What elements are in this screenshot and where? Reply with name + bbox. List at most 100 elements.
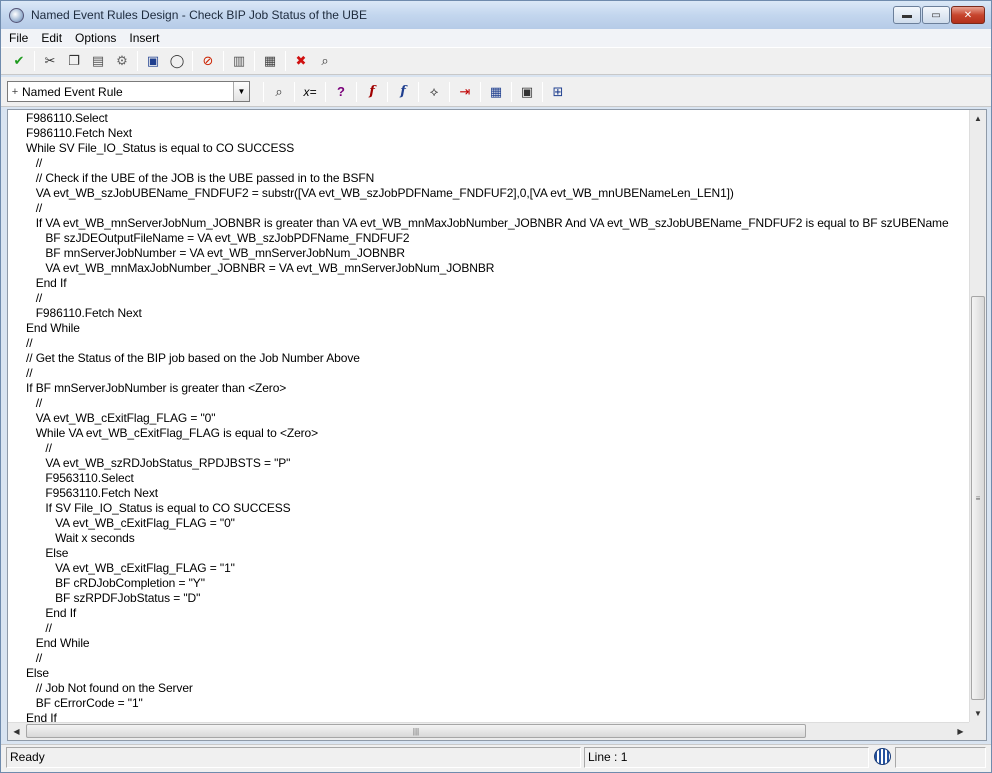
title-bar[interactable]: Named Event Rules Design - Check BIP Job… [1, 1, 991, 29]
vertical-scroll-thumb[interactable]: ≡ [971, 296, 985, 700]
code-line[interactable]: Wait x seconds [26, 531, 971, 546]
code-line[interactable]: Else [26, 666, 971, 681]
status-extra-panel [895, 747, 986, 768]
code-line[interactable]: // Job Not found on the Server [26, 681, 971, 696]
report-interconnect-icon[interactable]: ⊞ [548, 82, 568, 102]
toolbar-separator [325, 81, 326, 102]
cancel-x-icon[interactable]: ✖ [291, 51, 311, 71]
code-line[interactable]: While SV File_IO_Status is equal to CO S… [26, 141, 971, 156]
maximize-button[interactable]: ▭ [922, 6, 950, 24]
toolbar-separator [356, 81, 357, 102]
cut-icon[interactable]: ✂ [40, 51, 60, 71]
code-line[interactable]: // [26, 336, 971, 351]
main-toolbar: ✔ ✂ ❐ ▤ ⚙ ▣ ◯ ⊘ ▥ ▦ ✖ ⌕ [1, 47, 991, 75]
menu-file[interactable]: File [9, 31, 28, 45]
code-line[interactable]: End While [26, 636, 971, 651]
copy-icon[interactable]: ❐ [64, 51, 84, 71]
minimize-button[interactable]: ▬ [893, 6, 921, 24]
code-line[interactable]: VA evt_WB_mnMaxJobNumber_JOBNBR = VA evt… [26, 261, 971, 276]
horizontal-scroll-thumb[interactable]: ||| [26, 724, 806, 738]
print-icon[interactable]: ▦ [260, 51, 280, 71]
toolbar-separator [223, 51, 224, 71]
code-line[interactable]: End If [26, 276, 971, 291]
code-line[interactable]: // [26, 156, 971, 171]
code-line[interactable]: // [26, 651, 971, 666]
scroll-up-arrow-icon[interactable]: ▲ [970, 110, 986, 127]
form-interconnect-icon[interactable]: ▣ [517, 82, 537, 102]
code-line[interactable]: End While [26, 321, 971, 336]
find-icon[interactable]: ⌕ [315, 51, 335, 71]
code-line[interactable]: F9563110.Fetch Next [26, 486, 971, 501]
code-line[interactable]: Else [26, 546, 971, 561]
table-io-icon[interactable]: ▦ [486, 82, 506, 102]
menu-insert[interactable]: Insert [129, 31, 159, 45]
delete-trash-icon[interactable]: ▥ [229, 51, 249, 71]
code-line[interactable]: VA evt_WB_szRDJobStatus_RPDJBSTS = "P" [26, 456, 971, 471]
if-while-icon[interactable]: ? [331, 82, 351, 102]
code-line[interactable]: // [26, 621, 971, 636]
assign-icon[interactable]: x= [300, 82, 320, 102]
settings-icon[interactable]: ⚙ [112, 51, 132, 71]
business-function-icon[interactable]: f [362, 82, 382, 102]
vertical-scrollbar[interactable]: ▲ ≡ ▼ [969, 110, 986, 722]
status-ready: Ready [6, 747, 581, 768]
toolbar-separator [254, 51, 255, 71]
code-line[interactable]: VA evt_WB_cExitFlag_FLAG = "0" [26, 516, 971, 531]
paste-icon[interactable]: ▤ [88, 51, 108, 71]
code-line[interactable]: // Check if the UBE of the JOB is the UB… [26, 171, 971, 186]
disable-icon[interactable]: ⊘ [198, 51, 218, 71]
code-line[interactable]: F986110.Select [26, 111, 971, 126]
system-function-icon[interactable]: f [393, 82, 413, 102]
app-icon [9, 8, 24, 23]
scroll-right-arrow-icon[interactable]: ▶ [952, 723, 969, 740]
indent-icon[interactable]: ⇥ [455, 82, 475, 102]
code-line[interactable]: // [26, 441, 971, 456]
code-line[interactable]: End If [26, 606, 971, 621]
code-line[interactable]: If VA evt_WB_mnServerJobNum_JOBNBR is gr… [26, 216, 971, 231]
code-line[interactable]: If BF mnServerJobNumber is greater than … [26, 381, 971, 396]
code-line[interactable]: F986110.Fetch Next [26, 306, 971, 321]
code-line[interactable]: // [26, 201, 971, 216]
code-line[interactable]: BF szRPDFJobStatus = "D" [26, 591, 971, 606]
comment-bubble-icon[interactable]: ◯ [167, 51, 187, 71]
menu-options[interactable]: Options [75, 31, 116, 45]
event-type-dropdown[interactable]: + Named Event Rule ▼ [7, 81, 250, 102]
ok-check-icon[interactable]: ✔ [9, 51, 29, 71]
chevron-down-icon[interactable]: ▼ [233, 82, 249, 101]
code-line[interactable]: // Get the Status of the BIP job based o… [26, 351, 971, 366]
code-line[interactable]: If SV File_IO_Status is equal to CO SUCC… [26, 501, 971, 516]
code-line[interactable]: VA evt_WB_szJobUBEName_FNDFUF2 = substr(… [26, 186, 971, 201]
code-line[interactable]: // [26, 396, 971, 411]
toolbar-separator [449, 81, 450, 102]
window-title: Named Event Rules Design - Check BIP Job… [31, 8, 367, 22]
toolbar-separator [418, 81, 419, 102]
horizontal-scrollbar[interactable]: ◀ ||| ▶ [8, 722, 969, 740]
scroll-left-arrow-icon[interactable]: ◀ [8, 723, 25, 740]
status-globe [871, 747, 893, 768]
code-line[interactable]: VA evt_WB_cExitFlag_FLAG = "0" [26, 411, 971, 426]
toolbar-separator [294, 81, 295, 102]
code-line[interactable]: BF szJDEOutputFileName = VA evt_WB_szJob… [26, 231, 971, 246]
code-line[interactable]: BF mnServerJobNumber = VA evt_WB_mnServe… [26, 246, 971, 261]
code-line[interactable]: F986110.Fetch Next [26, 126, 971, 141]
toolbar-separator [285, 51, 286, 71]
code-line[interactable]: BF cErrorCode = "1" [26, 696, 971, 711]
code-line[interactable]: // [26, 291, 971, 306]
scrollbar-corner [969, 722, 986, 740]
code-line[interactable]: // [26, 366, 971, 381]
close-button[interactable]: ✕ [951, 6, 985, 24]
code-line[interactable]: F9563110.Select [26, 471, 971, 486]
app-window: Named Event Rules Design - Check BIP Job… [0, 0, 992, 773]
event-rules-editor[interactable]: F986110.Select F986110.Fetch Next While SV… [7, 109, 987, 741]
code-line[interactable]: BF cRDJobCompletion = "Y" [26, 576, 971, 591]
code-line[interactable]: VA evt_WB_cExitFlag_FLAG = "1" [26, 561, 971, 576]
scroll-down-arrow-icon[interactable]: ▼ [970, 705, 986, 722]
code-line[interactable]: While VA evt_WB_cExitFlag_FLAG is equal … [26, 426, 971, 441]
code-listing[interactable]: F986110.Select F986110.Fetch Next While SV… [26, 111, 971, 723]
menu-edit[interactable]: Edit [41, 31, 62, 45]
toolbar-separator [137, 51, 138, 71]
dropdown-value: Named Event Rule [22, 84, 123, 99]
search-icon[interactable]: ⌕ [269, 82, 289, 102]
save-icon[interactable]: ▣ [143, 51, 163, 71]
file-io-icon[interactable]: ⟡ [424, 82, 444, 102]
